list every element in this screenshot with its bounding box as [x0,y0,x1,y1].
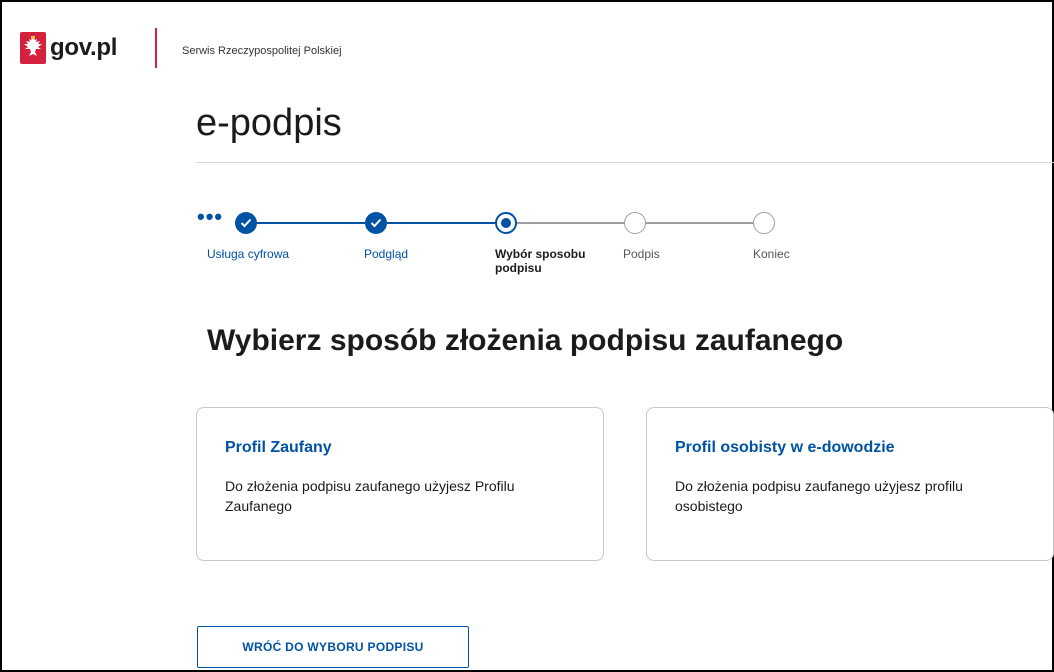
step-connector [245,222,375,224]
step-label-koniec: Koniec [753,247,790,261]
step-current-indicator [495,212,517,234]
checkmark-icon [240,218,252,228]
step-completed-indicator [365,212,387,234]
option-card-description: Do złożenia podpisu zaufanego użyjesz pr… [675,478,963,514]
step-label-podglad[interactable]: Podgląd [364,247,408,261]
step-connector [375,222,505,224]
option-card-title: Profil osobisty w e-dowodzie [675,439,895,456]
page-heading: Wybierz sposób złożenia podpisu zaufaneg… [207,324,844,357]
more-steps-indicator[interactable]: ••• [197,206,223,228]
option-card-description: Do złożenia podpisu zaufanego użyjesz Pr… [225,478,515,514]
step-label-usluga-cyfrowa[interactable]: Usługa cyfrowa [207,247,289,261]
option-card-title: Profil Zaufany [225,439,332,456]
header-divider [155,28,157,68]
step-connector [505,222,635,224]
back-to-signature-choice-button[interactable]: WRÓĆ DO WYBORU PODPISU [197,626,469,668]
polish-eagle-icon [20,32,46,64]
service-name: Serwis Rzeczypospolitej Polskiej [182,45,342,57]
step-connector [635,222,765,224]
option-card-profil-osobisty[interactable]: Profil osobisty w e-dowodzie Do złożenia… [646,407,1054,561]
checkmark-icon [370,218,382,228]
step-label-podpis: Podpis [623,247,660,261]
site-header: gov.pl Serwis Rzeczypospolitej Polskiej [2,2,1052,90]
step-pending-indicator [624,212,646,234]
step-label-wybor-sposobu-podpisu: Wybór sposobu podpisu [495,247,586,275]
gov-pl-logo[interactable]: gov.pl [20,32,117,64]
title-divider [196,162,1054,163]
step-completed-indicator [235,212,257,234]
logo-text: gov.pl [50,34,118,61]
option-card-profil-zaufany[interactable]: Profil Zaufany Do złożenia podpisu zaufa… [196,407,604,561]
app-title: e-podpis [196,102,342,144]
step-pending-indicator [753,212,775,234]
progress-stepper: ••• Usługa cyfrowa Podgląd Wybór sposobu… [2,202,1052,302]
